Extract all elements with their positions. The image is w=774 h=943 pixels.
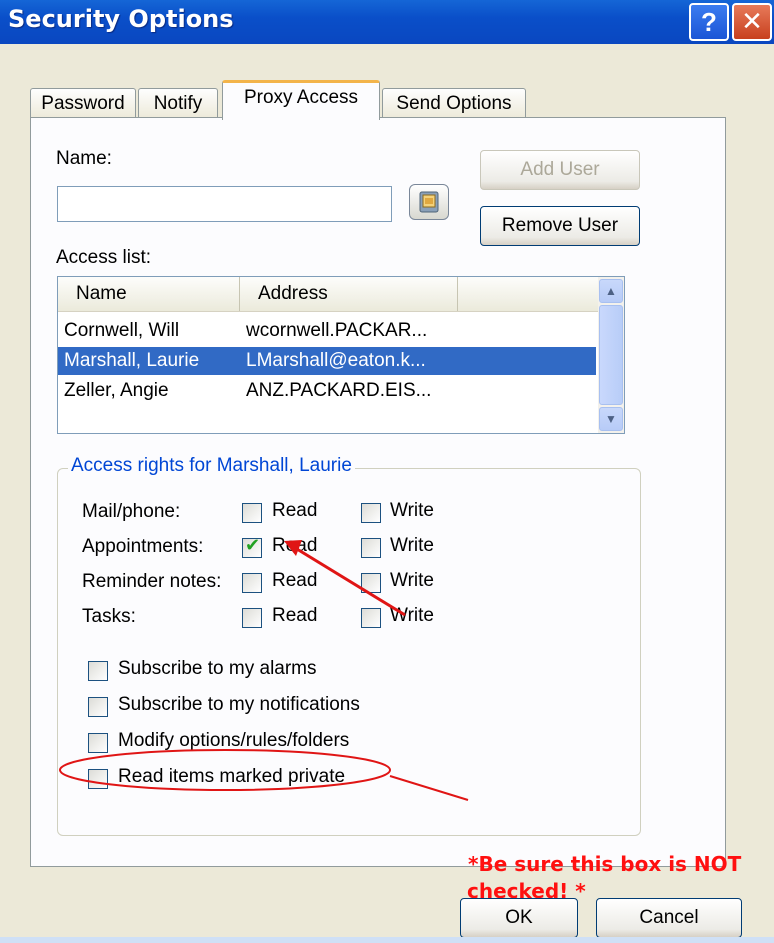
row-address: LMarshall@eaton.k... (246, 350, 426, 371)
question-mark-icon: ? (701, 7, 717, 37)
ok-label: OK (505, 907, 533, 928)
add-user-button[interactable]: Add User (480, 150, 640, 190)
tab-label: Password (41, 93, 125, 114)
read-private-items-checkbox[interactable] (88, 769, 108, 789)
access-rights-group: Access rights for Marshall, Laurie Mail/… (57, 455, 641, 836)
column-header-name[interactable]: Name (58, 277, 240, 311)
write-label: Write (390, 500, 434, 521)
close-icon: ✕ (741, 7, 763, 37)
tasks-label: Tasks: (82, 606, 136, 627)
list-row-selected[interactable]: Marshall, Laurie LMarshall@eaton.k... (58, 347, 596, 375)
address-book-button[interactable] (409, 184, 449, 220)
row-address: wcornwell.PACKAR... (246, 320, 428, 341)
mail-phone-read-checkbox[interactable] (242, 503, 262, 523)
checkmark-icon: ✔ (245, 535, 261, 556)
tab-label: Proxy Access (243, 87, 359, 108)
security-options-dialog: Security Options ? ✕ Password Notify Pro… (0, 0, 774, 943)
dialog-client-area: Password Notify Proxy Access Send Option… (0, 44, 774, 943)
read-label: Read (272, 535, 318, 556)
chevron-up-icon: ▲ (605, 284, 617, 298)
tasks-write-checkbox[interactable] (361, 608, 381, 628)
remove-user-button[interactable]: Remove User (480, 206, 640, 246)
name-input[interactable] (57, 186, 392, 222)
cancel-button[interactable]: Cancel (596, 898, 742, 938)
subscribe-alarms-checkbox[interactable] (88, 661, 108, 681)
reminder-notes-write-checkbox[interactable] (361, 573, 381, 593)
appointments-write-checkbox[interactable] (361, 538, 381, 558)
access-list-header: Name Address (58, 277, 624, 312)
scroll-up-button[interactable]: ▲ (599, 279, 623, 303)
read-label: Read (272, 570, 318, 591)
chevron-down-icon: ▼ (605, 412, 617, 426)
read-label: Read (272, 500, 318, 521)
tab-send-options[interactable]: Send Options (382, 88, 526, 119)
column-header-address[interactable]: Address (240, 277, 458, 311)
tab-label: Notify (153, 93, 203, 114)
read-private-items-label: Read items marked private (118, 766, 346, 787)
title-bar: Security Options ? ✕ (0, 0, 774, 44)
proxy-access-panel: Name: Add User Remove User Access list: … (30, 117, 741, 876)
cancel-label: Cancel (639, 907, 699, 928)
column-label: Name (76, 283, 127, 304)
subscribe-alarms-label: Subscribe to my alarms (118, 658, 317, 679)
help-button[interactable]: ? (689, 3, 729, 41)
subscribe-notifications-label: Subscribe to my notifications (118, 694, 360, 715)
tab-proxy-access[interactable]: Proxy Access (222, 80, 380, 120)
row-address: ANZ.PACKARD.EIS... (246, 380, 432, 401)
address-book-icon (419, 191, 439, 213)
ok-button[interactable]: OK (460, 898, 578, 938)
appointments-read-checkbox[interactable]: ✔ (242, 535, 262, 558)
bottom-edge (0, 937, 774, 943)
mail-phone-label: Mail/phone: (82, 501, 181, 522)
write-label: Write (390, 570, 434, 591)
tab-notify[interactable]: Notify (138, 88, 218, 119)
tasks-read-checkbox[interactable] (242, 608, 262, 628)
add-user-label: Add User (520, 159, 600, 180)
write-label: Write (390, 535, 434, 556)
mail-phone-write-checkbox[interactable] (361, 503, 381, 523)
write-label: Write (390, 605, 434, 626)
reminder-notes-label: Reminder notes: (82, 571, 222, 592)
close-button[interactable]: ✕ (732, 3, 772, 41)
window-title: Security Options (8, 5, 234, 33)
column-label: Address (258, 283, 328, 304)
appointments-label: Appointments: (82, 536, 204, 557)
access-list-label: Access list: (56, 247, 152, 268)
access-rights-title: Access rights for Marshall, Laurie (68, 455, 355, 477)
read-label: Read (272, 605, 318, 626)
list-row[interactable]: Cornwell, Will wcornwell.PACKAR... (58, 317, 596, 345)
annotation-line-1: *Be sure this box is NOT (468, 852, 742, 876)
tab-password[interactable]: Password (30, 88, 136, 119)
tab-label: Send Options (396, 93, 512, 114)
scroll-down-button[interactable]: ▼ (599, 407, 623, 431)
remove-user-label: Remove User (501, 215, 619, 236)
row-name: Marshall, Laurie (64, 350, 200, 371)
list-row[interactable]: Zeller, Angie ANZ.PACKARD.EIS... (58, 377, 596, 405)
modify-options-checkbox[interactable] (88, 733, 108, 753)
scroll-thumb[interactable] (599, 305, 623, 405)
vertical-scrollbar[interactable]: ▲ ▼ (598, 277, 624, 433)
access-list[interactable]: Name Address Cornwell, Will wcornwell.PA… (57, 276, 625, 434)
row-name: Zeller, Angie (64, 380, 169, 401)
name-label: Name: (56, 148, 112, 169)
modify-options-label: Modify options/rules/folders (118, 730, 350, 751)
subscribe-notifications-checkbox[interactable] (88, 697, 108, 717)
row-name: Cornwell, Will (64, 320, 180, 341)
reminder-notes-read-checkbox[interactable] (242, 573, 262, 593)
